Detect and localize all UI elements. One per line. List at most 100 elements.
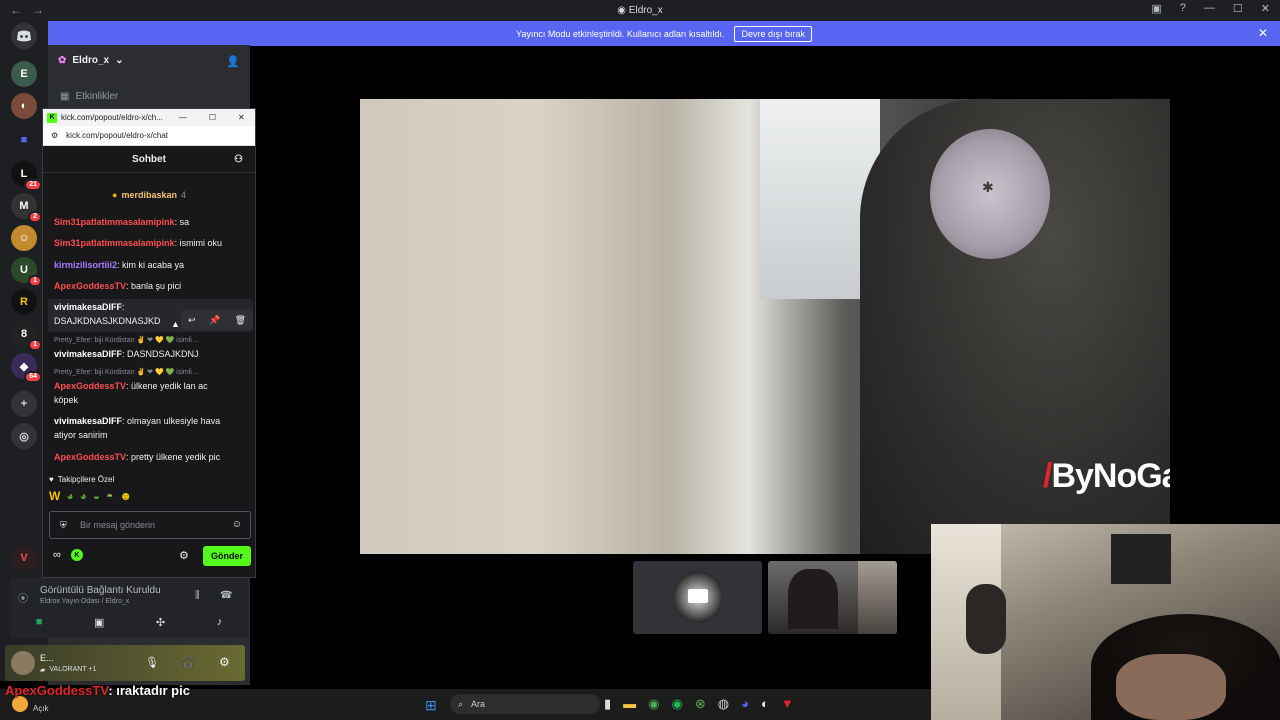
users-icon[interactable]: ⚇ xyxy=(234,154,243,165)
weather-status: Açık xyxy=(33,704,49,713)
emote-w-icon[interactable]: W xyxy=(49,489,60,503)
chevron-down-icon: ⌄ xyxy=(115,55,124,66)
chat-title: Sohbet xyxy=(132,153,166,165)
infinity-icon[interactable]: ∞ xyxy=(53,549,61,561)
taskbar-search[interactable]: ⌕ Ara xyxy=(450,694,600,714)
emote-frog-icon[interactable]: ◒ xyxy=(93,489,100,503)
explore-icon[interactable]: ◎ xyxy=(11,423,37,449)
taskbar-apps: ▮ ▬ ◉ ◉ ⊗ ◍ ◕ ◐ ▼ xyxy=(604,696,794,712)
delete-icon[interactable]: 🗑 xyxy=(235,315,246,326)
file-explorer-icon[interactable]: ▬ xyxy=(623,696,636,712)
pinned-gifter[interactable]: ● merdibaskan 4 xyxy=(43,187,255,203)
emote-pepe2-icon[interactable]: ◕ xyxy=(80,489,87,503)
followers-only-label: ♥ Takipçilere Özel xyxy=(49,475,115,484)
maximize-button[interactable]: ☐ xyxy=(1233,2,1243,15)
xbox-icon[interactable]: ⊗ xyxy=(695,696,706,712)
bynogame-watermark: /ByNoGame xyxy=(1043,457,1170,495)
activities-icon[interactable]: ✣ xyxy=(156,616,165,629)
heart-icon: ♥ xyxy=(49,475,54,484)
inbox-icon[interactable]: ▣ xyxy=(1151,2,1161,15)
screenshare-icon[interactable]: ▣ xyxy=(94,616,104,629)
settings-gear-icon[interactable]: ⚙ xyxy=(179,549,189,562)
windows-start-icon[interactable]: ⊞ xyxy=(425,697,437,714)
mention-badge: 2 xyxy=(28,211,42,223)
task-view-icon[interactable]: ▮ xyxy=(604,696,611,712)
voice-status[interactable]: Görüntülü Bağlantı Kuruldu xyxy=(40,585,161,596)
participant-tile-webcam[interactable] xyxy=(768,561,897,634)
server-anime-icon[interactable]: ☺ xyxy=(11,225,37,251)
minimize-button[interactable]: — xyxy=(1204,2,1215,15)
send-button[interactable]: Gönder xyxy=(203,546,251,566)
emoji-icon[interactable]: ☺ xyxy=(232,519,242,530)
discord-taskbar-icon[interactable]: ◕ xyxy=(741,696,749,712)
server-eldro-icon[interactable]: E xyxy=(11,61,37,87)
folder-icon[interactable]: ■ xyxy=(11,127,37,153)
mention-badge: 1 xyxy=(28,275,42,287)
kick-k-icon[interactable]: K xyxy=(70,549,83,561)
server-avatar-icon[interactable]: ◐ xyxy=(11,93,37,119)
chat-message[interactable]: kirmizilisortiii2: kim ki acaba ya xyxy=(54,258,250,272)
close-button[interactable]: ✕ xyxy=(1261,2,1270,15)
chat-message[interactable]: Sim31patlatimmasalamipink: ismimi oku xyxy=(54,236,250,250)
emote-pepe-icon[interactable]: ◕ xyxy=(66,489,73,503)
username: E... xyxy=(40,653,54,663)
chat-message[interactable]: vivimakesaDIFF: DASNDSAJKDNJ xyxy=(54,347,250,361)
weather-icon[interactable] xyxy=(12,696,28,712)
valorant-taskbar-icon[interactable]: ▼ xyxy=(781,696,794,712)
chrome-icon[interactable]: ◉ xyxy=(648,696,659,712)
popup-close-icon[interactable]: ✕ xyxy=(238,113,245,122)
kick-chat-popup: K kick.com/popout/eldro-x/ch... — ☐ ✕ ⚙ … xyxy=(42,108,256,578)
events-channel[interactable]: ▦ Etkinlikler xyxy=(60,91,118,102)
server-lamp-icon[interactable]: L 21 xyxy=(11,161,42,191)
server-u-icon[interactable]: U1 xyxy=(11,257,42,287)
discord-home-icon[interactable] xyxy=(11,23,37,49)
site-info-icon[interactable]: ⚙ xyxy=(51,131,58,140)
spotify-icon[interactable]: ◉ xyxy=(672,696,683,712)
emote-cat-icon[interactable]: ◓ xyxy=(106,489,113,503)
signal-icon: ⦿ xyxy=(18,594,28,605)
popup-maximize-icon[interactable]: ☐ xyxy=(209,113,216,122)
chat-message[interactable]: ApexGoddessTV: ülkene yedik lan ac köpek xyxy=(54,379,250,407)
server-m-icon[interactable]: M2 xyxy=(11,193,42,223)
server-header[interactable]: ✿ Eldro_x ⌄ xyxy=(58,55,123,66)
headphones-icon[interactable]: 🎧 xyxy=(181,656,195,669)
camera-icon[interactable]: ■ xyxy=(36,616,43,629)
invite-user-icon[interactable]: 👤 xyxy=(226,55,240,68)
user-activity: ▰ VALORANT +1 xyxy=(40,666,97,674)
chat-message[interactable]: ApexGoddessTV: pretty ülkene yedik pic xyxy=(54,450,250,464)
chat-message[interactable]: Sim31patlatimmasalamipink: sa xyxy=(54,215,250,229)
reply-icon[interactable]: ↩ xyxy=(188,315,196,326)
microphone-icon[interactable]: 🎙 xyxy=(145,656,159,669)
avatar[interactable] xyxy=(11,651,35,675)
popup-minimize-icon[interactable]: — xyxy=(179,113,187,122)
disconnect-icon[interactable]: ☎ xyxy=(220,590,232,601)
streamer-webcam-overlay xyxy=(931,524,1280,720)
chat-message[interactable]: ApexGoddessTV: banla şu pici xyxy=(54,279,250,293)
reply-preview[interactable]: Pretty_Efee: biji Kürdistan ✌ ❤ 💛 💚 isim… xyxy=(54,336,200,344)
participant-tile-camera-off[interactable] xyxy=(633,561,762,634)
help-icon[interactable]: ? xyxy=(1180,2,1186,15)
server-88-icon[interactable]: 81 xyxy=(11,321,42,351)
server-r-icon[interactable]: R xyxy=(11,289,37,315)
noise-suppression-icon[interactable]: ⫼ xyxy=(195,590,200,601)
chat-message[interactable]: vivimakesaDIFF: olmayan ulkesiyle hava a… xyxy=(54,414,250,442)
add-server-icon[interactable]: + xyxy=(11,391,37,417)
chat-input[interactable]: ⛨ Bir mesaj gönderin ☺ xyxy=(49,511,251,539)
video-camera-icon xyxy=(688,589,708,603)
reply-preview[interactable]: Pretty_Efee: biji Kürdistan ✌ ❤ 💛 💚 isim… xyxy=(54,368,200,376)
emote-row[interactable]: W ◕ ◕ ◒ ◓ ☻ xyxy=(49,489,132,503)
banner-close-icon[interactable]: ✕ xyxy=(1258,26,1268,40)
calendar-icon: ▦ xyxy=(60,91,70,102)
user-settings-icon[interactable]: ⚙ xyxy=(219,655,230,669)
game-icon[interactable]: ◐ xyxy=(761,696,769,712)
disable-streamer-mode-button[interactable]: Devre dışı bırak xyxy=(734,25,812,42)
steam-icon[interactable]: ◍ xyxy=(718,696,729,712)
valorant-icon[interactable]: V xyxy=(11,545,37,571)
soundboard-icon[interactable]: ♪ xyxy=(217,616,223,629)
server-dark-icon[interactable]: ◆ 64 xyxy=(11,353,42,383)
main-screenshare-video[interactable]: ✱ /ByNoGame xyxy=(360,99,1170,554)
voice-actions: ■ ▣ ✣ ♪ xyxy=(10,616,248,629)
pin-icon[interactable]: 📌 xyxy=(209,315,220,326)
emote-laugh-icon[interactable]: ☻ xyxy=(119,489,132,503)
popup-address-bar[interactable]: ⚙ kick.com/popout/eldro-x/chat xyxy=(43,126,255,146)
